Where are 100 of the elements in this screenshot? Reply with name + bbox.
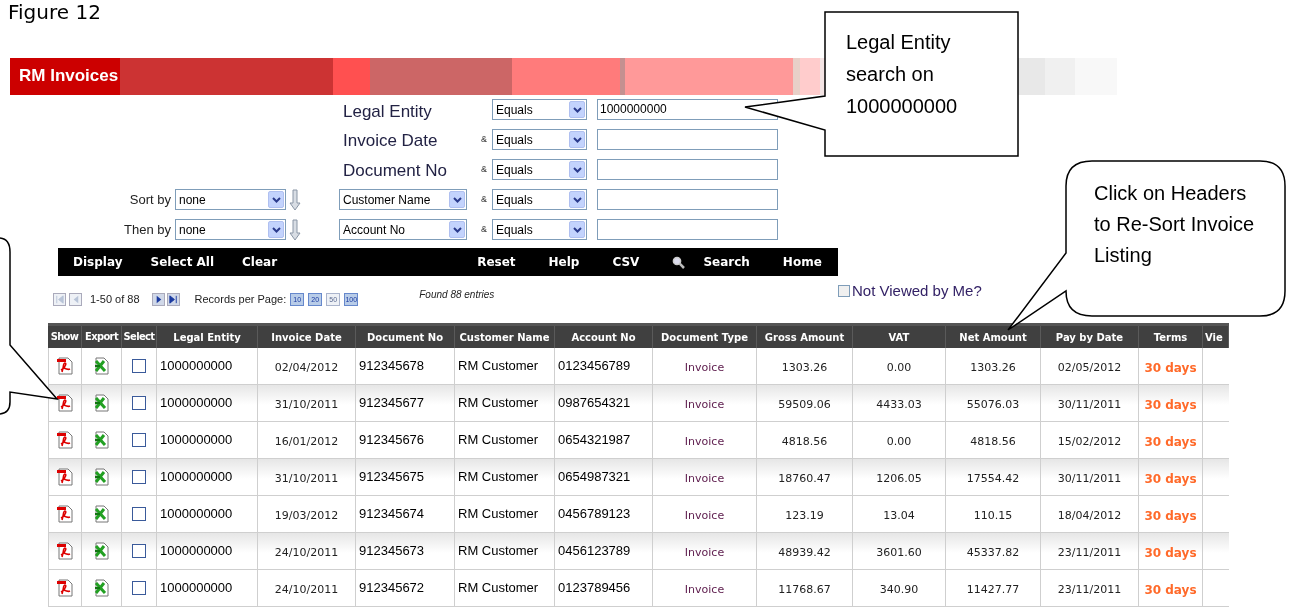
table-cell-text: RM Customer (458, 542, 539, 560)
table-cell-text: 30 days (1144, 545, 1197, 562)
table-cell-text: 59509.06 (778, 396, 831, 413)
table-cell-text: 912345673 (359, 542, 425, 560)
table-cell-text: 16/01/2012 (274, 433, 339, 450)
toolbar-button[interactable]: Help (540, 248, 588, 276)
spreadsheet-icon[interactable] (93, 542, 110, 560)
table-cell-text: 48939.42 (778, 544, 831, 561)
table-cell-text: 4433.03 (876, 396, 922, 413)
pdf-icon[interactable] (56, 394, 74, 412)
toolbar-button[interactable]: Home (774, 248, 830, 276)
connector-label: & (481, 162, 487, 176)
dropdown[interactable]: Account No (339, 219, 467, 240)
connector-label: & (481, 222, 487, 236)
spreadsheet-icon[interactable] (93, 394, 110, 412)
toolbar-button[interactable]: Display (65, 248, 131, 276)
table-cell-text: 31/10/2011 (274, 470, 339, 487)
table-cell-text: 1303.26 (781, 359, 828, 376)
records-per-page-label: Records per Page: (194, 291, 287, 307)
table-cell-text: 0123456789 (558, 357, 631, 375)
table-cell-text: 0123789456 (558, 579, 631, 597)
dropdown[interactable]: none (175, 219, 286, 240)
search-button[interactable]: Search (664, 248, 758, 276)
table-cell-text: 18/04/2012 (1057, 507, 1122, 524)
table-cell-text: 912345672 (359, 579, 425, 597)
table-cell-text: 24/10/2011 (274, 544, 339, 561)
table-cell-text: RM Customer (458, 468, 539, 486)
table-cell-text: 0.00 (886, 433, 912, 450)
dropdown[interactable]: none (175, 189, 286, 210)
dropdown[interactable]: Equals (492, 129, 587, 150)
pdf-icon[interactable] (56, 357, 74, 375)
callout-text: Click on Headers to Re-Sort Invoice Listing (1094, 181, 1256, 268)
table-cell-text: 1000000000 (160, 468, 233, 486)
sort-label: Then by (124, 220, 171, 239)
pdf-icon[interactable] (56, 505, 74, 523)
table-cell-text: 11768.67 (778, 581, 831, 598)
dropdown[interactable]: Customer Name (339, 189, 467, 210)
caret-icon (572, 196, 582, 203)
field-label: Document No (343, 159, 447, 182)
table-cell-text: RM Customer (458, 505, 539, 523)
app-title: RM Invoices (19, 65, 119, 87)
table-cell-text: 45337.82 (966, 544, 1020, 561)
spreadsheet-icon[interactable] (93, 505, 110, 523)
spreadsheet-icon[interactable] (93, 357, 110, 375)
table-cell-text: 0654987321 (558, 468, 631, 486)
input-field[interactable] (597, 189, 778, 210)
row-checkbox[interactable] (132, 396, 146, 410)
next-page-icon[interactable] (151, 292, 165, 306)
table-cell-text: 15/02/2012 (1057, 433, 1122, 450)
pdf-icon[interactable] (56, 431, 74, 449)
toolbar-button[interactable]: CSV (604, 248, 648, 276)
caret-icon (572, 106, 582, 113)
toolbar-button[interactable]: Clear (234, 248, 286, 276)
spreadsheet-icon[interactable] (93, 468, 110, 486)
table-cell-text: 11427.77 (966, 581, 1020, 598)
table-cell-text: 1000000000 (160, 357, 233, 375)
table-cell-text: 18760.47 (778, 470, 831, 487)
row-checkbox[interactable] (132, 507, 146, 521)
last-page-icon[interactable] (166, 292, 180, 306)
checkbox-label: Not Viewed by Me? (852, 281, 982, 301)
sort-label: Sort by (129, 190, 171, 209)
table-cell-text: 110.15 (973, 507, 1013, 524)
row-checkbox[interactable] (132, 581, 146, 595)
dropdown[interactable]: Equals (492, 159, 587, 180)
table-cell-text: 1303.26 (970, 359, 1016, 376)
table-cell-text: Invoice (684, 507, 725, 524)
caret-icon (572, 226, 582, 233)
table-cell-text: 1000000000 (160, 394, 233, 412)
pdf-icon[interactable] (56, 579, 74, 597)
table-cell-text: 30 days (1144, 471, 1197, 488)
input-field[interactable] (597, 159, 778, 180)
dropdown[interactable]: Equals (492, 219, 587, 240)
table-cell-text: 3601.60 (876, 544, 922, 561)
pdf-icon[interactable] (56, 468, 74, 486)
toolbar-button[interactable]: Reset (469, 248, 524, 276)
spreadsheet-icon[interactable] (93, 579, 110, 597)
table-cell-text: 912345675 (359, 468, 425, 486)
table-cell-text: 0987654321 (558, 394, 631, 412)
row-checkbox[interactable] (132, 470, 146, 484)
table-cell-text: 340.90 (879, 581, 919, 598)
page-range: 1-50 of 88 (90, 291, 140, 307)
table-cell-text: 30 days (1144, 582, 1197, 599)
row-checkbox[interactable] (132, 544, 146, 558)
row-checkbox[interactable] (132, 433, 146, 447)
dropdown[interactable]: Equals (492, 189, 587, 210)
connector-label: & (481, 132, 487, 146)
input-field[interactable] (597, 219, 778, 240)
table-cell-text: 02/05/2012 (1057, 359, 1122, 376)
input-field[interactable]: 1000000000 (597, 99, 778, 120)
toolbar-button[interactable]: Select All (142, 248, 223, 276)
checkbox[interactable] (838, 285, 850, 298)
row-checkbox[interactable] (132, 359, 146, 373)
figure-caption: Figure 12 (8, 0, 101, 24)
input-field[interactable] (597, 129, 778, 150)
dropdown[interactable]: Equals (492, 99, 587, 120)
table-cell-text: 1000000000 (160, 431, 233, 449)
table-cell-text: 0654321987 (558, 431, 631, 449)
table-cell-text: 0456789123 (558, 505, 631, 523)
pdf-icon[interactable] (56, 542, 74, 560)
spreadsheet-icon[interactable] (93, 431, 110, 449)
